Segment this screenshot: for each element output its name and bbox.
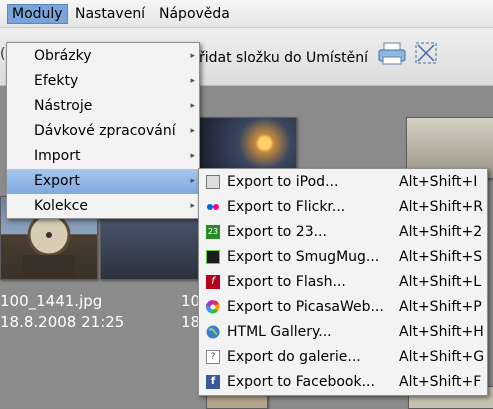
submenu-arrow-icon: ▸ <box>190 126 195 136</box>
menu-item-shortcut: Alt+Shift+R <box>399 199 483 215</box>
menu-moduly-label: Moduly <box>12 6 63 22</box>
menu-item-label: Kolekce <box>34 198 88 214</box>
submenu-arrow-icon: ▸ <box>190 51 195 61</box>
add-folder-to-places-button[interactable]: řidat složku do Umístění <box>199 50 368 66</box>
export-galerie-item[interactable]: ? Export do galerie... Alt+Shift+G <box>199 345 487 370</box>
menu-item-label: Export <box>34 173 80 189</box>
export-picasaweb-item[interactable]: Export to PicasaWeb... Alt+Shift+P <box>199 295 487 320</box>
menu-napoveda[interactable]: Nápověda <box>155 4 234 24</box>
menu-item-label: Export do galerie... <box>227 349 361 365</box>
menu-item-import[interactable]: Import ▸ <box>7 144 199 169</box>
menu-item-label: Efekty <box>34 73 79 89</box>
submenu-arrow-icon: ▸ <box>190 101 195 111</box>
menu-item-label: Import <box>34 148 81 164</box>
menu-item-shortcut: Alt+Shift+H <box>399 324 484 340</box>
menu-item-obrazky[interactable]: Obrázky ▸ <box>7 44 199 69</box>
thumbnail-caption: 100_1441.jpg 18.8.2008 21:25 <box>0 291 124 333</box>
menu-item-nastroje[interactable]: Nástroje ▸ <box>7 94 199 119</box>
ipod-icon <box>206 175 220 189</box>
menu-item-davkove-zpracovani[interactable]: Dávkové zpracování ▸ <box>7 119 199 144</box>
menu-nastaveni[interactable]: Nastavení <box>71 4 149 24</box>
picasa-icon <box>206 300 220 314</box>
menu-item-shortcut: Alt+Shift+P <box>399 299 482 315</box>
moduly-menu: Obrázky ▸ Efekty ▸ Nástroje ▸ Dávkové zprac… <box>6 42 200 219</box>
menu-item-shortcut: Alt+Shift+L <box>399 274 482 290</box>
menu-item-label: Export to SmugMug... <box>227 249 380 265</box>
toolbar-left-stub: ( <box>0 46 6 62</box>
menu-item-label: Dávkové zpracování <box>34 123 176 139</box>
smugmug-icon <box>206 250 220 264</box>
menu-item-shortcut: Alt+Shift+I <box>399 174 478 190</box>
menu-item-label: Export to Facebook... <box>227 374 375 390</box>
flickr-icon <box>207 204 219 210</box>
export-submenu: Export to iPod... Alt+Shift+I Export to … <box>198 168 488 396</box>
23hq-icon: 23 <box>206 225 220 239</box>
menu-item-shortcut: Alt+Shift+G <box>399 349 485 365</box>
thumbnail-filename: 100_1441.jpg <box>0 292 103 310</box>
export-facebook-item[interactable]: f Export to Facebook... Alt+Shift+F <box>199 370 487 395</box>
menu-item-label: HTML Gallery... <box>227 324 332 340</box>
export-ipod-item[interactable]: Export to iPod... Alt+Shift+I <box>199 170 487 195</box>
export-html-gallery-item[interactable]: HTML Gallery... Alt+Shift+H <box>199 320 487 345</box>
menu-item-label: Export to 23... <box>227 224 327 240</box>
menubar: Moduly Nastavení Nápověda <box>0 0 493 28</box>
menu-item-label: Export to Flickr... <box>227 199 346 215</box>
flash-icon: f <box>206 275 220 289</box>
export-flash-item[interactable]: f Export to Flash... Alt+Shift+L <box>199 270 487 295</box>
thumbnail-date: 18.8.2008 21:25 <box>0 313 125 331</box>
menu-item-label: Export to iPod... <box>227 174 339 190</box>
submenu-arrow-icon: ▸ <box>190 76 195 86</box>
print-icon[interactable] <box>378 42 406 66</box>
menu-napoveda-label: Nápověda <box>159 6 230 22</box>
export-smugmug-item[interactable]: Export to SmugMug... Alt+Shift+S <box>199 245 487 270</box>
menu-item-export[interactable]: Export ▸ <box>7 169 199 194</box>
menu-item-label: Export to PicasaWeb... <box>227 299 384 315</box>
menu-nastaveni-label: Nastavení <box>75 6 146 22</box>
menu-moduly[interactable]: Moduly <box>7 4 68 24</box>
menu-item-label: Obrázky <box>34 48 92 64</box>
globe-icon <box>206 325 220 339</box>
menu-item-shortcut: Alt+Shift+2 <box>399 224 483 240</box>
menu-item-shortcut: Alt+Shift+S <box>399 249 483 265</box>
submenu-arrow-icon: ▸ <box>190 176 195 186</box>
menu-item-shortcut: Alt+Shift+F <box>399 374 482 390</box>
export-flickr-item[interactable]: Export to Flickr... Alt+Shift+R <box>199 195 487 220</box>
menu-item-kolekce[interactable]: Kolekce ▸ <box>7 194 199 219</box>
menu-item-label: Export to Flash... <box>227 274 346 290</box>
submenu-arrow-icon: ▸ <box>190 201 195 211</box>
menu-item-label: Nástroje <box>34 98 93 114</box>
submenu-arrow-icon: ▸ <box>190 151 195 161</box>
menu-item-efekty[interactable]: Efekty ▸ <box>7 69 199 94</box>
gallery-icon: ? <box>206 350 220 364</box>
fit-selection-icon[interactable] <box>413 40 439 66</box>
facebook-icon: f <box>206 375 220 389</box>
export-23-item[interactable]: 23 Export to 23... Alt+Shift+2 <box>199 220 487 245</box>
